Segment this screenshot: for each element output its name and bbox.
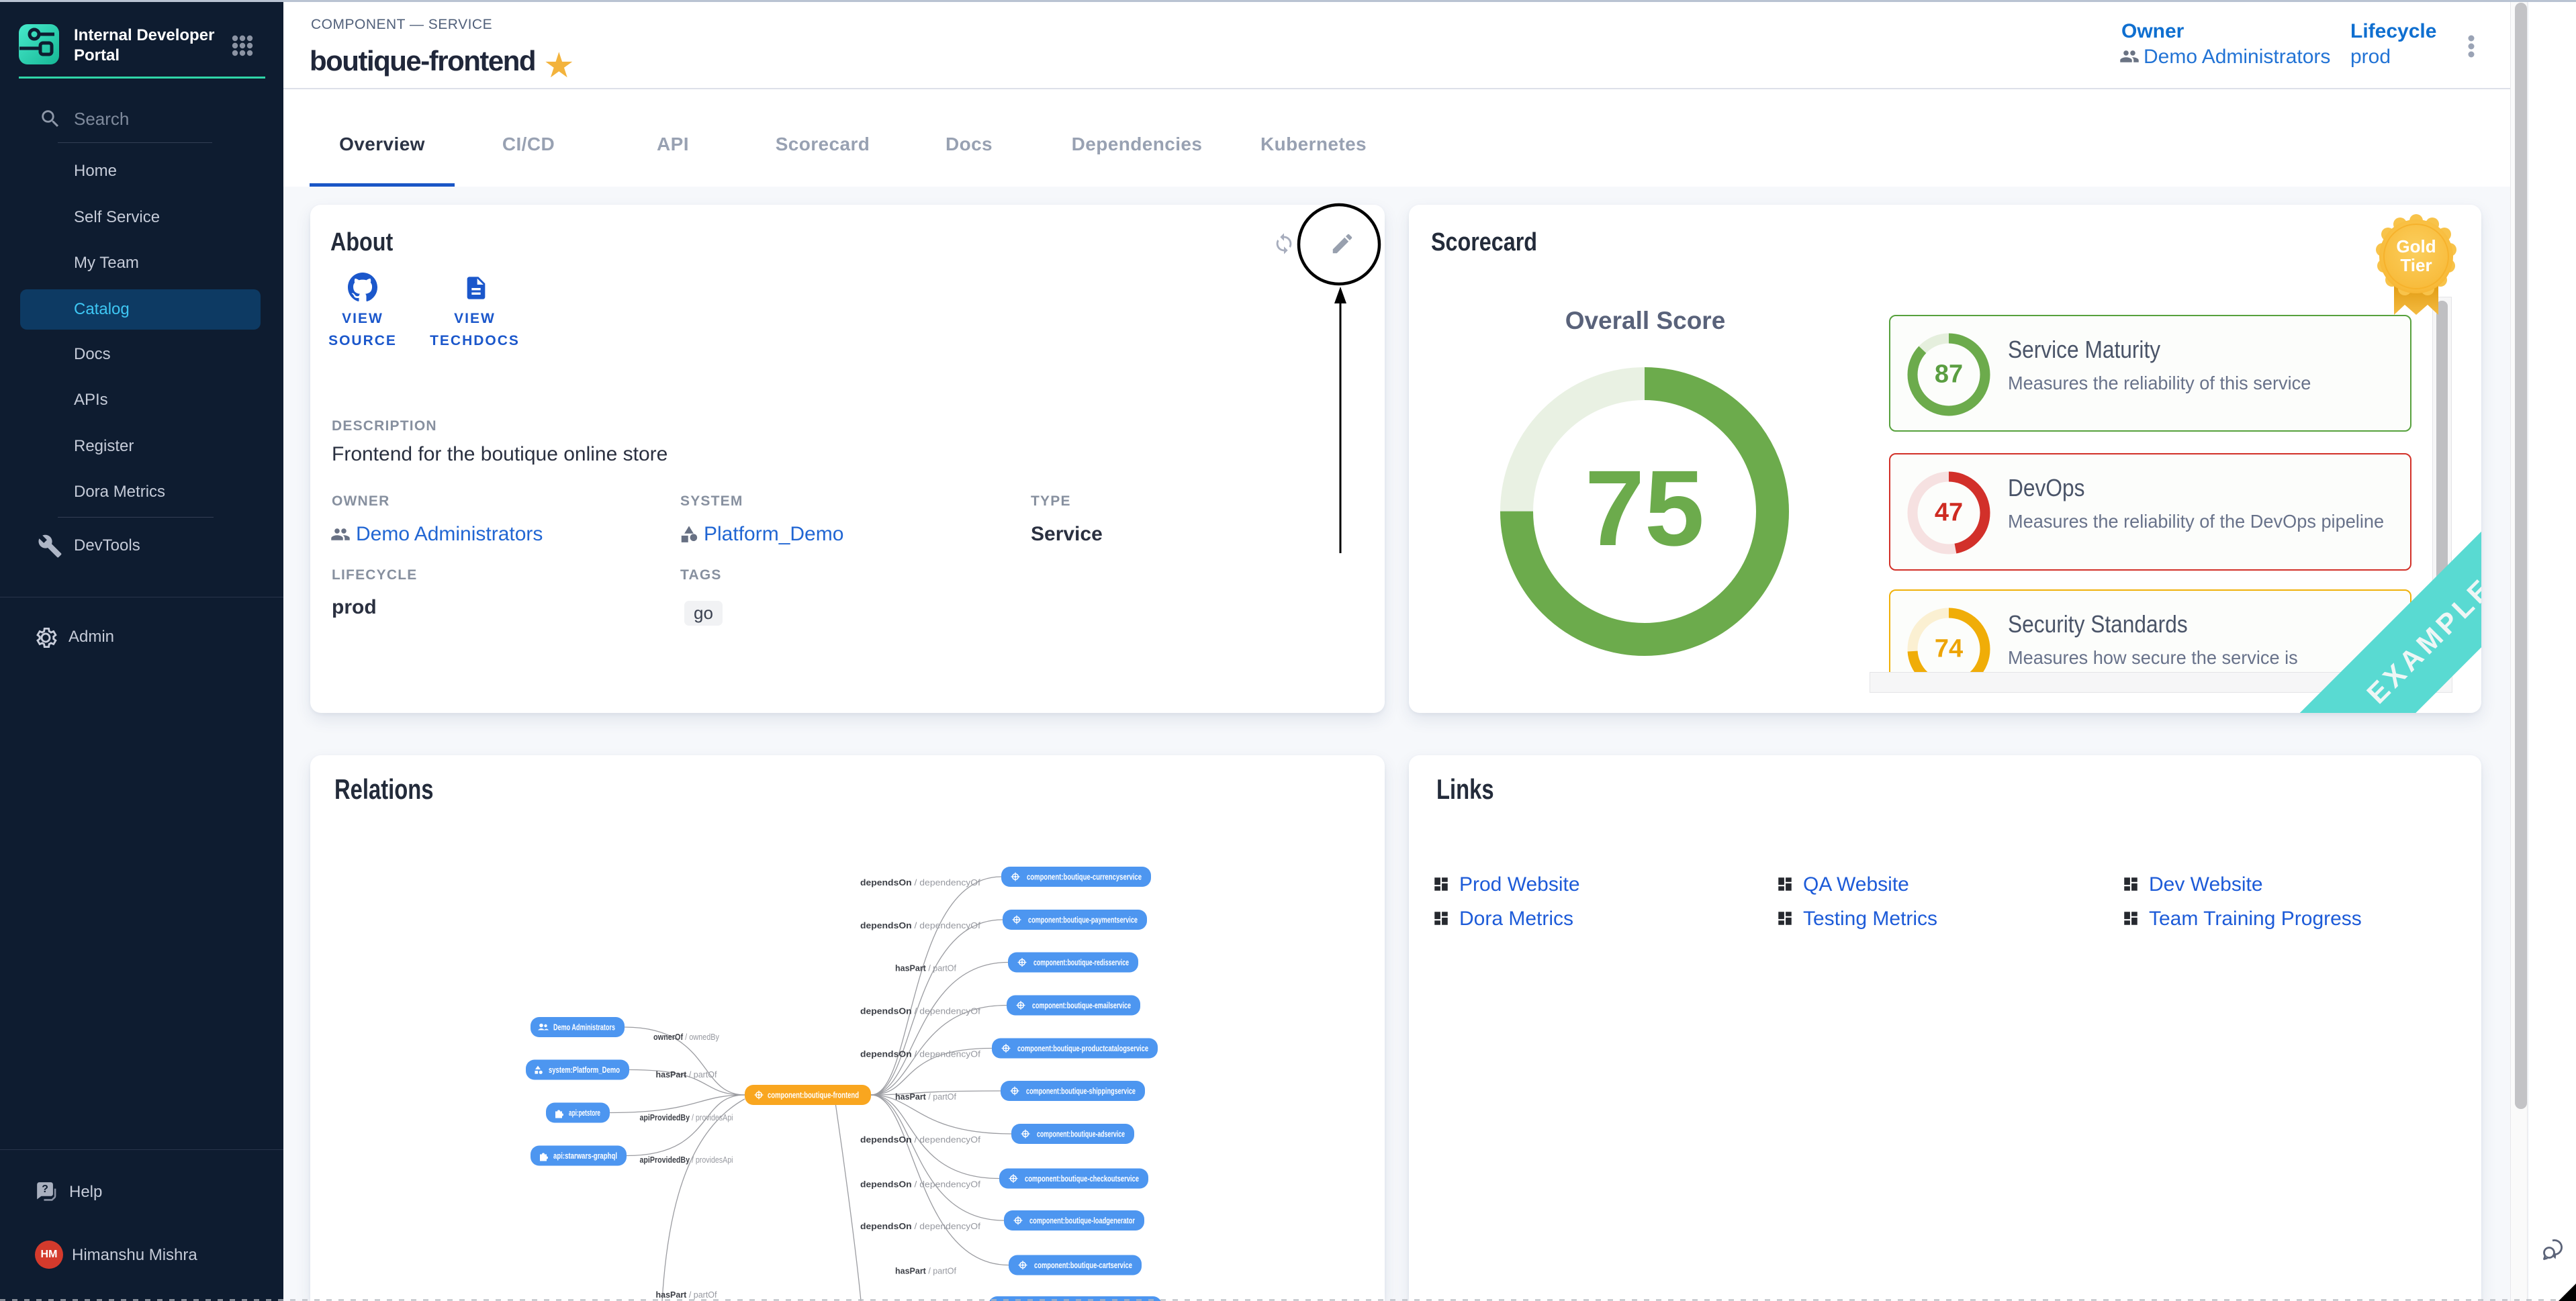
svg-text:dependsOn / dependencyOf: dependsOn / dependencyOf bbox=[860, 877, 980, 887]
svg-text:apiProvidedBy / providesApi: apiProvidedBy / providesApi bbox=[640, 1155, 733, 1165]
svg-text:component:boutique-adservice: component:boutique-adservice bbox=[1037, 1129, 1125, 1139]
svg-text:dependsOn / dependencyOf: dependsOn / dependencyOf bbox=[860, 1135, 980, 1145]
svg-text:dependsOn / dependencyOf: dependsOn / dependencyOf bbox=[860, 920, 980, 930]
svg-text:hasPart / partOf: hasPart / partOf bbox=[895, 963, 956, 973]
svg-text:Gold: Gold bbox=[2396, 236, 2436, 256]
svg-text:Tier: Tier bbox=[2400, 255, 2432, 275]
svg-text:api:starwars-graphql: api:starwars-graphql bbox=[553, 1151, 617, 1161]
svg-text:ownerOf / ownedBy: ownerOf / ownedBy bbox=[653, 1032, 719, 1042]
svg-text:hasPart / partOf: hasPart / partOf bbox=[895, 1092, 956, 1102]
svg-text:component:boutique-loadgenerat: component:boutique-loadgenerator bbox=[1029, 1216, 1135, 1226]
svg-text:dependsOn / dependencyOf: dependsOn / dependencyOf bbox=[860, 1006, 980, 1016]
svg-text:hasPart / partOf: hasPart / partOf bbox=[656, 1069, 717, 1079]
svg-text:component:boutique-paymentserv: component:boutique-paymentservice bbox=[1028, 915, 1138, 925]
svg-text:api:petstore: api:petstore bbox=[569, 1108, 600, 1118]
svg-text:hasPart / partOf: hasPart / partOf bbox=[895, 1266, 956, 1276]
svg-text:component:boutique-checkoutser: component:boutique-checkoutservice bbox=[1025, 1173, 1139, 1184]
svg-text:component:boutique-productcata: component:boutique-productcatalogservice bbox=[1017, 1043, 1148, 1053]
svg-text:?: ? bbox=[42, 1184, 48, 1195]
svg-text:dependsOn / dependencyOf: dependsOn / dependencyOf bbox=[860, 1179, 980, 1190]
svg-text:system:Platform_Demo: system:Platform_Demo bbox=[549, 1065, 620, 1075]
svg-text:component:boutique-redisservic: component:boutique-redisservice bbox=[1033, 957, 1129, 967]
svg-text:Demo Administrators: Demo Administrators bbox=[553, 1022, 615, 1032]
svg-text:dependsOn / dependencyOf: dependsOn / dependencyOf bbox=[860, 1049, 980, 1059]
svg-text:component:boutique-frontend: component:boutique-frontend bbox=[768, 1090, 859, 1100]
svg-text:apiProvidedBy / providesApi: apiProvidedBy / providesApi bbox=[640, 1112, 733, 1122]
svg-text:component:boutique-emailservic: component:boutique-emailservice bbox=[1032, 1000, 1131, 1010]
svg-text:component:boutique-cartservice: component:boutique-cartservice bbox=[1034, 1260, 1132, 1270]
svg-text:dependsOn / dependencyOf: dependsOn / dependencyOf bbox=[860, 1221, 980, 1231]
svg-text:component:boutique-shippingser: component:boutique-shippingservice bbox=[1026, 1086, 1136, 1096]
svg-text:component:boutique-currencyser: component:boutique-currencyservice bbox=[1027, 872, 1142, 882]
